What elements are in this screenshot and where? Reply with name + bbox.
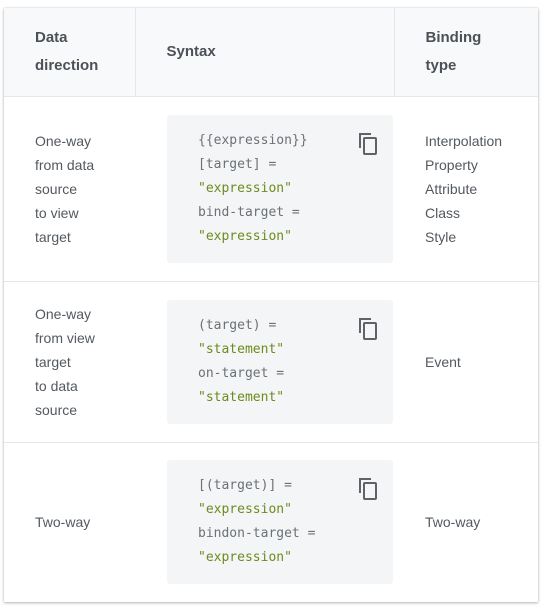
data-direction-cell: One-way from view target to data source <box>4 281 135 443</box>
binding-type-cell: Interpolation Property Attribute Class S… <box>394 96 538 282</box>
code-block: (target) = "statement" on-target = "stat… <box>167 299 393 424</box>
table-row: One-way from data source to view target … <box>4 96 538 282</box>
code-string: "statement" <box>198 341 285 357</box>
syntax-cell: {{expression}} [target] = "expression" b… <box>135 96 394 282</box>
code-string: "expression" <box>198 180 292 196</box>
binding-type-cell: Two-way <box>425 514 481 531</box>
data-direction-cell: One-way from data source to view target <box>4 96 135 282</box>
table-header-row: Data direction Syntax Binding type <box>4 8 538 97</box>
copy-icon[interactable] <box>356 132 378 156</box>
code-line: bind-target = <box>198 204 300 220</box>
copy-icon[interactable] <box>356 317 378 341</box>
syntax-cell: (target) = "statement" on-target = "stat… <box>135 281 394 443</box>
code-string: "expression" <box>198 502 292 518</box>
code-line: bindon-target = <box>198 526 316 542</box>
copy-icon[interactable] <box>356 477 378 501</box>
code-block: [(target)] = "expression" bindon-target … <box>167 460 393 585</box>
header-binding-type: Binding type <box>394 8 538 97</box>
header-syntax: Syntax <box>135 8 395 97</box>
header-data-direction: Data direction <box>4 8 136 97</box>
syntax-cell: [(target)] = "expression" bindon-target … <box>135 442 394 602</box>
binding-syntax-table: Data direction Syntax Binding type One-w… <box>4 8 538 602</box>
code-line: on-target = <box>198 365 285 381</box>
code-line: [target] = <box>198 156 277 172</box>
code-string: "expression" <box>198 550 292 566</box>
data-direction-cell: Two-way <box>35 514 91 531</box>
table-row: One-way from view target to data source … <box>4 281 538 443</box>
code-string: "statement" <box>198 389 285 405</box>
binding-syntax-table-card: Data direction Syntax Binding type One-w… <box>4 8 538 602</box>
binding-type-cell: Event <box>394 281 538 443</box>
code-string: "expression" <box>198 228 292 244</box>
table-row: Two-way [(target)] = "expression" bindon… <box>4 442 538 602</box>
code-block: {{expression}} [target] = "expression" b… <box>167 114 393 263</box>
